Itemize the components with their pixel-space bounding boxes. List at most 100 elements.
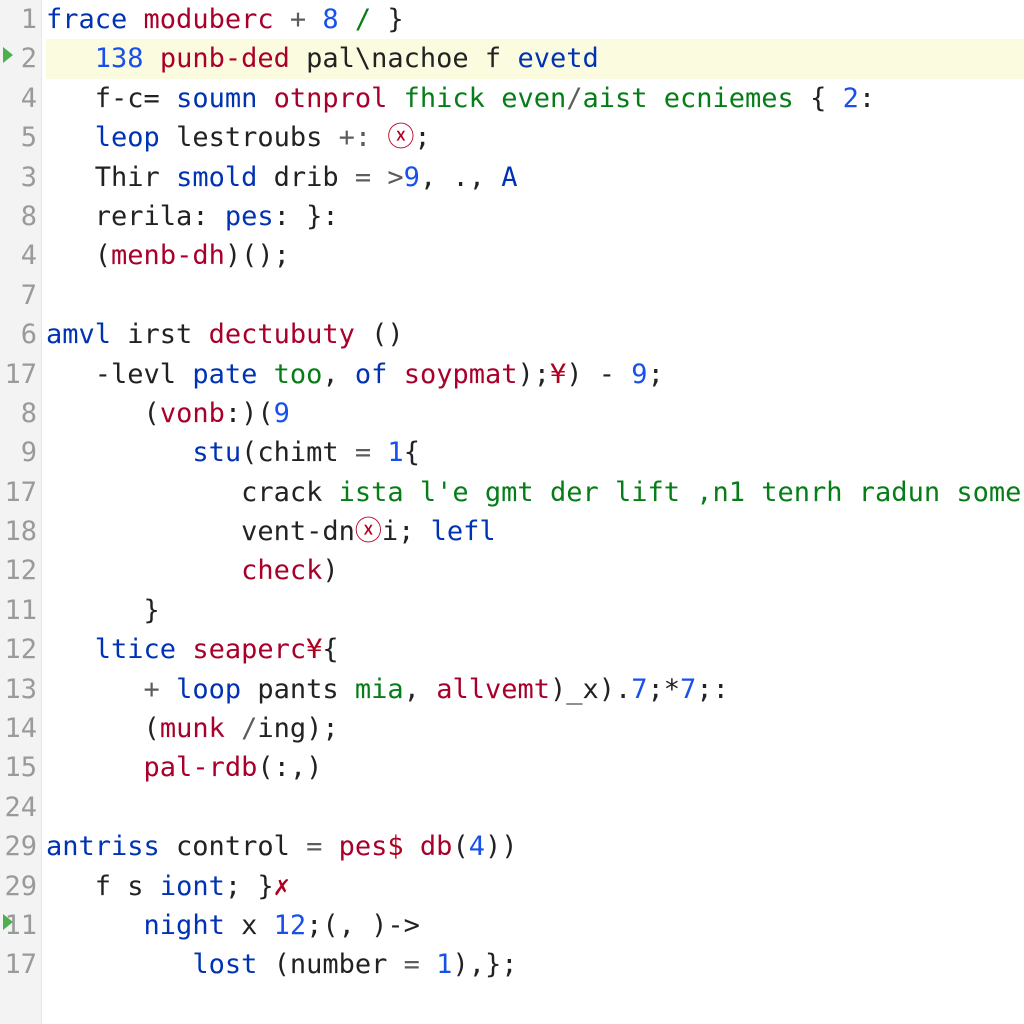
code-line[interactable]: vent-dnⓧi; lefl [46,512,1024,551]
line-number: 7 [0,276,37,315]
line-number: 17 [0,473,37,512]
token-op: +: [339,122,388,153]
token-pnc: )) [485,831,518,862]
code-line[interactable]: leop lestroubs +: ⓧ; [46,118,1024,157]
code-line[interactable] [46,788,1024,827]
code-line[interactable]: rerila: pes: }: [46,197,1024,236]
token-pnc: , [322,359,355,390]
line-number: 24 [0,788,37,827]
token-pnc: ;: [696,674,729,705]
line-number: 12 [0,630,37,669]
token-id: number [290,949,404,980]
token-fn: punb-ded [160,43,306,74]
token-pnc: { [404,437,420,468]
code-line[interactable]: amvl irst dectubuty () [46,315,1024,354]
line-number: 12 [0,551,37,590]
token-kw: lefl [431,516,496,547]
code-line[interactable]: } [46,591,1024,630]
code-line[interactable]: stu(chimt = 1{ [46,433,1024,472]
token-num: 2 [843,83,859,114]
token-pnc: } [144,595,160,626]
code-line[interactable]: ltice seaperc¥{ [46,630,1024,669]
code-line[interactable]: antriss control = pes$ db(4)) [46,827,1024,866]
token-str: fhick even [404,83,567,114]
token-op: = [306,831,339,862]
code-line[interactable]: crack ista l'e gmt der lift ,n1 tenrh ra… [46,473,1024,512]
token-pnc: :)( [225,398,274,429]
token-id: control [176,831,306,862]
code-line[interactable]: (munk /ing); [46,709,1024,748]
line-number: 17 [0,355,37,394]
token-num: 9 [631,359,647,390]
token-err: ⓧ [387,122,414,153]
token-pnc: )(); [225,240,290,271]
token-pnc: : [859,83,875,114]
token-pnc: ( [144,398,160,429]
token-pnc: ( [241,437,257,468]
token-str: mia [355,674,404,705]
token-err: ✗ [274,871,290,902]
line-number: 14 [0,709,37,748]
token-pnc: ;(, )-> [306,910,420,941]
token-fn: soypmat [404,359,518,390]
token-op: = [404,949,437,980]
token-kw: leop [95,122,176,153]
line-number: 13 [0,670,37,709]
token-op: / [566,83,582,114]
code-line[interactable]: night x 12;(, )-> [46,906,1024,945]
line-number: 6 [0,315,37,354]
line-number: 2 [0,39,37,78]
token-num: 4 [469,831,485,862]
code-line[interactable]: + loop pants mia, allvemt)_x).7;*7;: [46,670,1024,709]
code-line[interactable]: check) [46,551,1024,590]
token-fn: pal-rdb [144,752,258,783]
token-id: Thir [95,162,176,193]
token-pnc: } [387,4,403,35]
code-line[interactable]: lost (number = 1),}; [46,945,1024,984]
line-number: 8 [0,197,37,236]
token-id: rerila: [95,201,225,232]
token-fn: dectubuty [209,319,372,350]
token-kw: of [355,359,404,390]
code-line[interactable]: (menb-dh)(); [46,236,1024,275]
token-pnc: , ., [420,162,501,193]
token-kw: smold [176,162,274,193]
token-pnc: : }: [274,201,339,232]
token-kw: night [144,910,242,941]
code-line[interactable] [46,276,1024,315]
code-line[interactable]: 138 punb-ded pal\nachoe f evetd [46,39,1024,78]
token-err: ¥ [550,359,566,390]
code-line[interactable]: Thir smold drib = >9, ., A [46,158,1024,197]
token-id: ing [257,713,306,744]
token-pnc: ) [322,555,338,586]
token-id: i; [382,516,431,547]
token-id: irst [127,319,208,350]
code-line[interactable]: -levl pate too, of soypmat);¥) - 9; [46,355,1024,394]
code-line[interactable]: (vonb:)(9 [46,394,1024,433]
token-num: 12 [274,910,307,941]
token-id: drib [274,162,355,193]
token-kw: loop [176,674,257,705]
token-id: pal\nachoe f [306,43,517,74]
token-pnc: ); [517,359,550,390]
token-kw: iont [160,871,225,902]
code-line[interactable]: f-c= soumn otnprol fhick even/aist ecnie… [46,79,1024,118]
token-op: + [144,674,177,705]
token-str: / [339,4,388,35]
token-kw: antriss [46,831,176,862]
code-line[interactable]: pal-rdb(:,) [46,748,1024,787]
code-editor-content[interactable]: frace moduberc + 8 / } 138 punb-ded pal\… [42,0,1024,1024]
line-number: 29 [0,867,37,906]
code-line[interactable]: f s iont; }✗ [46,867,1024,906]
code-line[interactable]: frace moduberc + 8 / } [46,0,1024,39]
token-pnc: ),}; [452,949,517,980]
token-kw: evetd [517,43,598,74]
token-op: = > [355,162,404,193]
token-id: pants [257,674,355,705]
line-number: 11 [0,591,37,630]
token-kw: ltice [95,634,193,665]
line-number: 5 [0,118,37,157]
token-err: ¥ [306,634,322,665]
token-fn: menb-dh [111,240,225,271]
token-op: = [355,437,388,468]
